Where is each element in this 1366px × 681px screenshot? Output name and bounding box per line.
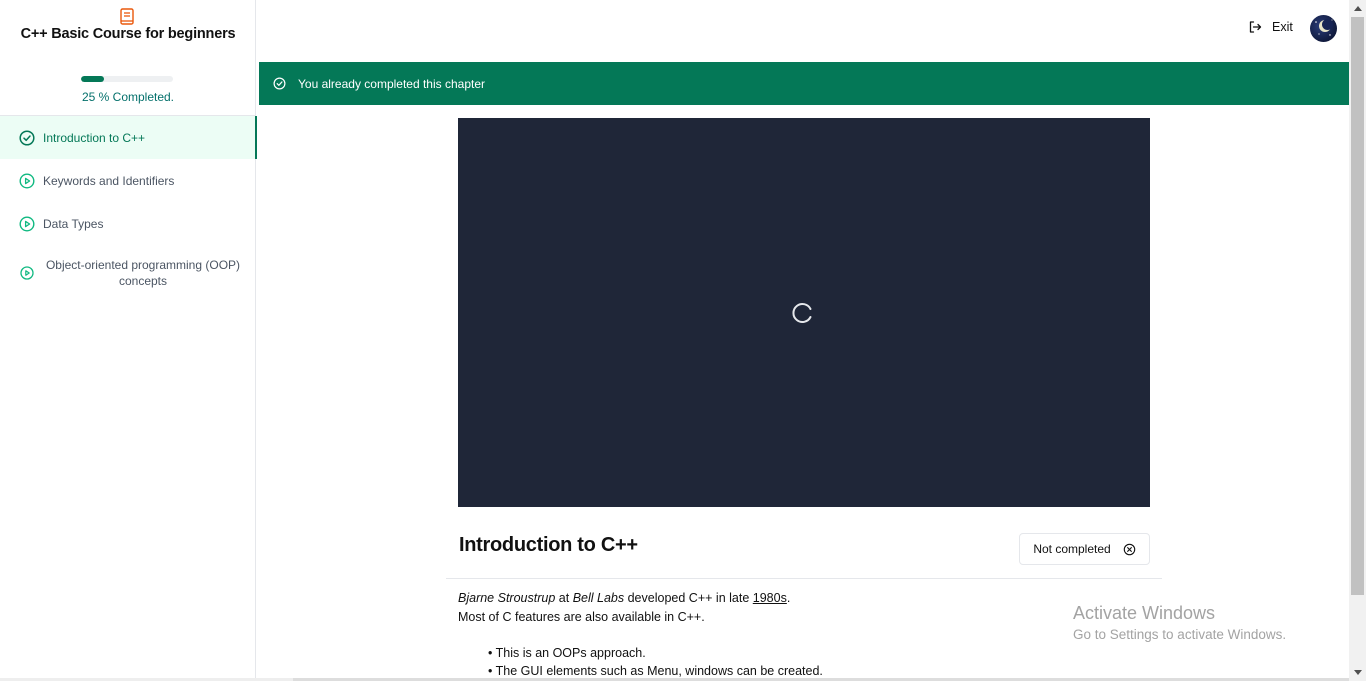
text-developed: developed bbox=[627, 591, 686, 605]
course-sidebar: C++ Basic Course for beginners 25 % Comp… bbox=[0, 0, 257, 681]
text-features: features are also available in bbox=[515, 610, 675, 624]
text-most-of: Most of bbox=[458, 610, 499, 624]
watermark-title: Activate Windows bbox=[1073, 603, 1216, 623]
sidebar-item-label: Keywords and Identifiers bbox=[43, 173, 175, 188]
banner-text: You already completed this chapter bbox=[298, 76, 486, 91]
course-title: C++ Basic Course for beginners bbox=[20, 26, 236, 42]
language-c: C bbox=[502, 610, 512, 624]
sidebar-item-label: Object-oriented programming (OOP) concep… bbox=[45, 258, 241, 288]
text-period: . bbox=[786, 591, 791, 605]
sidebar-item-oop-concepts[interactable]: Object-oriented programming (OOP) concep… bbox=[0, 245, 256, 301]
sidebar-item-label: Introduction to C++ bbox=[43, 130, 146, 145]
chapter-list: Introduction to C++ Keywords and Identif… bbox=[0, 116, 257, 301]
text-end: . bbox=[701, 610, 705, 624]
check-circle-icon bbox=[273, 77, 286, 90]
play-circle-icon bbox=[19, 172, 35, 189]
chapter-title: Introduction to C++ bbox=[459, 534, 638, 556]
scroll-down-arrow-icon[interactable] bbox=[1349, 664, 1366, 681]
sidebar-item-introduction[interactable]: Introduction to C++ bbox=[0, 116, 257, 159]
course-progress-bar bbox=[81, 76, 173, 82]
video-player[interactable] bbox=[458, 118, 1150, 507]
loading-spinner-icon bbox=[792, 303, 812, 323]
author-name: Bjarne Stroustrup bbox=[458, 591, 556, 605]
play-circle-icon bbox=[19, 265, 35, 281]
language-cpp: C++ bbox=[677, 610, 702, 624]
description-line-2: Most of C features are also available in… bbox=[458, 608, 790, 627]
user-avatar[interactable] bbox=[1310, 15, 1337, 42]
lab-name: Bell Labs bbox=[572, 591, 625, 605]
page-scrollbar[interactable] bbox=[1349, 0, 1366, 681]
scrollbar-thumb[interactable] bbox=[1351, 17, 1364, 595]
exit-label: Exit bbox=[1272, 20, 1293, 34]
logout-icon bbox=[1249, 21, 1262, 33]
chapter-completed-banner: You already completed this chapter bbox=[259, 62, 1349, 105]
play-circle-icon bbox=[19, 215, 35, 232]
text-in-late: in late bbox=[715, 591, 750, 605]
description-line-1: Bjarne Stroustrup at Bell Labs developed… bbox=[458, 589, 790, 608]
sidebar-item-label: Data Types bbox=[43, 216, 104, 231]
book-icon bbox=[119, 8, 135, 26]
list-item: This is an OOPs approach. bbox=[488, 644, 823, 662]
status-button-label: Not completed bbox=[1033, 542, 1111, 556]
content-divider bbox=[446, 578, 1162, 579]
sidebar-item-data-types[interactable]: Data Types bbox=[0, 202, 256, 245]
exit-button[interactable]: Exit bbox=[1248, 20, 1293, 34]
scroll-up-arrow-icon[interactable] bbox=[1349, 0, 1366, 17]
text-at: at bbox=[558, 591, 570, 605]
check-circle-icon bbox=[19, 129, 35, 146]
sidebar-item-keywords[interactable]: Keywords and Identifiers bbox=[0, 159, 256, 202]
watermark-subtitle: Go to Settings to activate Windows. bbox=[1073, 627, 1287, 642]
decade-link: 1980s bbox=[752, 591, 787, 605]
mark-completion-button[interactable]: Not completed bbox=[1019, 533, 1150, 565]
windows-activation-watermark: Activate Windows Go to Settings to activ… bbox=[1073, 602, 1286, 644]
language-name: C++ bbox=[688, 591, 713, 605]
chapter-description: Bjarne Stroustrup at Bell Labs developed… bbox=[458, 589, 790, 627]
chapter-bullet-list: This is an OOPs approach. The GUI elemen… bbox=[488, 644, 823, 680]
x-circle-icon bbox=[1123, 543, 1135, 555]
course-progress-label: 25 % Completed. bbox=[81, 90, 175, 104]
course-progress-fill bbox=[81, 76, 104, 82]
